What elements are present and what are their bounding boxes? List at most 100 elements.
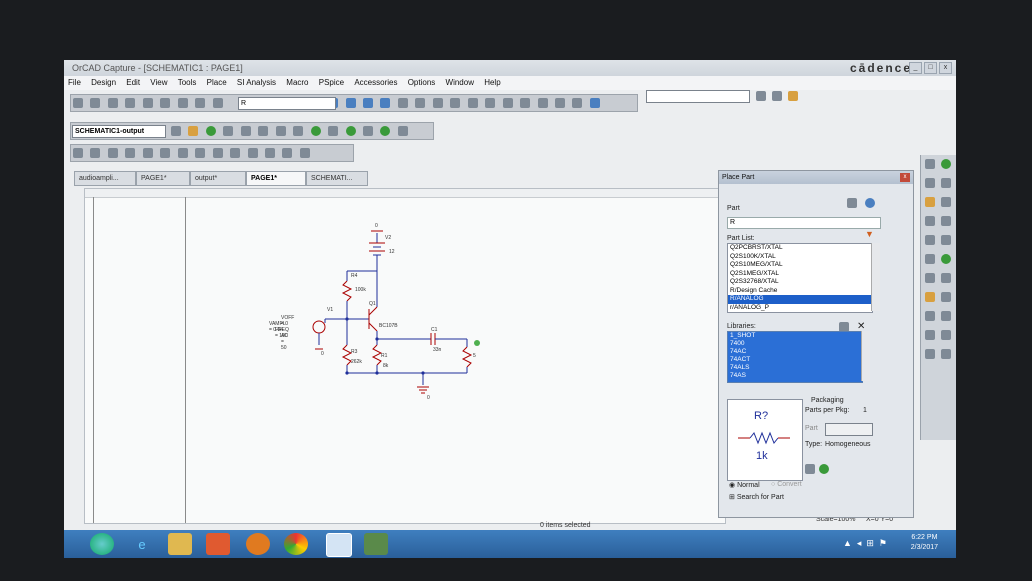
open-icon[interactable] (90, 98, 101, 108)
align-right-icon[interactable] (107, 148, 118, 158)
search-combo[interactable] (646, 90, 750, 103)
tab-page1-a[interactable]: PAGE1* (136, 171, 190, 186)
power-marker-icon[interactable] (275, 126, 286, 136)
part-list-item[interactable]: Q2S32768/XTAL (728, 278, 872, 287)
sim-model-icon[interactable] (819, 464, 829, 474)
paste-icon[interactable] (177, 98, 188, 108)
bias-w-icon[interactable] (380, 126, 391, 136)
align-left-icon[interactable] (73, 148, 83, 158)
off-page-icon[interactable] (925, 273, 935, 283)
start-icon[interactable] (90, 533, 114, 555)
current-marker-icon[interactable] (258, 126, 269, 136)
distribute-v-icon[interactable] (195, 148, 206, 158)
part-search-input[interactable]: R (727, 217, 881, 229)
part-list-item[interactable]: r/ANALOG_P (728, 304, 872, 313)
menu-file[interactable]: File (64, 76, 85, 89)
arc-icon[interactable] (925, 330, 935, 340)
mirror-icon[interactable] (264, 148, 275, 158)
wire-icon[interactable] (925, 178, 935, 188)
internet-explorer-icon[interactable]: e (130, 533, 154, 555)
bookmark-icon[interactable] (925, 349, 935, 359)
place-part-tool-icon[interactable] (941, 159, 951, 169)
hier-port-icon[interactable] (925, 254, 935, 264)
tab-output[interactable]: output* (190, 171, 246, 186)
part-list-item[interactable]: Q2S10MEG/XTAL (728, 261, 872, 270)
panel-close-button[interactable]: x (900, 173, 910, 182)
rectangle-icon[interactable] (925, 311, 935, 321)
history-icon[interactable] (572, 98, 583, 108)
new-icon[interactable] (73, 98, 83, 108)
annotate-icon[interactable] (467, 98, 478, 108)
menu-tools[interactable]: Tools (174, 76, 201, 89)
junction-icon[interactable] (925, 216, 935, 226)
run-icon[interactable] (205, 126, 216, 136)
normal-radio[interactable]: ◉ Normal (729, 481, 760, 489)
save-icon[interactable] (107, 98, 118, 108)
menu-options[interactable]: Options (404, 76, 440, 89)
hier-pin-icon[interactable] (941, 254, 951, 264)
libraries-list[interactable]: 1_SHOT 7400 74AC 74ACT 74ALS 74AS (727, 331, 863, 383)
file-explorer-icon[interactable] (168, 533, 192, 555)
firefox-icon[interactable] (246, 533, 270, 555)
ground-icon[interactable] (925, 235, 935, 245)
menu-window[interactable]: Window (442, 76, 478, 89)
eye-icon[interactable] (397, 98, 408, 108)
part-list-item-selected[interactable]: R/ANALOG (728, 295, 872, 304)
menu-view[interactable]: View (146, 76, 171, 89)
library-item[interactable]: 74ACT (728, 356, 862, 364)
filter-icon[interactable]: ▼ (865, 229, 874, 239)
part-list-item[interactable]: Q2S100K/XTAL (728, 253, 872, 262)
redo-icon[interactable] (212, 98, 223, 108)
snap-grid-icon[interactable] (212, 148, 223, 158)
enable-bias-icon[interactable] (362, 126, 373, 136)
place-part-icon[interactable] (847, 198, 857, 208)
cross-ref-icon[interactable] (485, 98, 496, 108)
pspice-taskbar-icon[interactable] (364, 533, 388, 555)
part-combo[interactable]: R (238, 97, 336, 110)
library-item[interactable]: 74AC (728, 348, 862, 356)
minimize-button[interactable]: _ (909, 62, 922, 74)
zoom-all-icon[interactable] (380, 98, 391, 108)
bus-icon[interactable] (941, 178, 951, 188)
tab-page1-active[interactable]: PAGE1* (246, 171, 306, 186)
convert-radio[interactable]: ○ Convert (771, 481, 802, 488)
zoom-out-icon[interactable] (345, 98, 356, 108)
library-item[interactable]: 7400 (728, 340, 862, 348)
bias-v-icon[interactable] (310, 126, 321, 136)
rotate-icon[interactable] (247, 148, 258, 158)
orcad-capture-taskbar-icon[interactable] (326, 533, 352, 557)
menu-si-analysis[interactable]: SI Analysis (233, 76, 280, 89)
polyline-icon[interactable] (941, 292, 951, 302)
align-middle-icon[interactable] (142, 148, 153, 158)
bom-icon[interactable] (450, 98, 461, 108)
copy-icon[interactable] (160, 98, 171, 108)
tab-schematic[interactable]: SCHEMATI... (306, 171, 368, 186)
power-icon[interactable] (941, 216, 951, 226)
hier-block-icon[interactable] (941, 235, 951, 245)
help-icon[interactable] (865, 198, 875, 208)
menu-edit[interactable]: Edit (122, 76, 144, 89)
text-icon[interactable] (941, 330, 951, 340)
library-item[interactable]: 74AS (728, 372, 862, 380)
update-icon[interactable] (520, 98, 531, 108)
distribute-h-icon[interactable] (177, 148, 188, 158)
group-icon[interactable] (282, 148, 293, 158)
help-icon[interactable] (589, 98, 600, 108)
view-sim-results-icon[interactable] (223, 126, 234, 136)
part-list-scrollbar[interactable] (871, 243, 880, 311)
netlist-icon[interactable] (415, 98, 426, 108)
print-icon[interactable] (125, 98, 136, 108)
cut-icon[interactable] (142, 98, 153, 108)
part-select[interactable] (825, 423, 873, 436)
menu-accessories[interactable]: Accessories (350, 76, 401, 89)
backannotate-icon[interactable] (502, 98, 513, 108)
net-alias-icon[interactable] (925, 197, 935, 207)
bias-i-icon[interactable] (328, 126, 339, 136)
pcb-footprint-icon[interactable] (805, 464, 815, 474)
menu-help[interactable]: Help (480, 76, 504, 89)
tab-audioampli[interactable]: audioampli... (74, 171, 136, 186)
part-list[interactable]: Q2PCBRST/XTAL Q2S100K/XTAL Q2S10MEG/XTAL… (727, 243, 873, 313)
menu-pspice[interactable]: PSpice (315, 76, 348, 89)
voltage-marker-icon[interactable] (240, 126, 251, 136)
align-center-icon[interactable] (90, 148, 101, 158)
